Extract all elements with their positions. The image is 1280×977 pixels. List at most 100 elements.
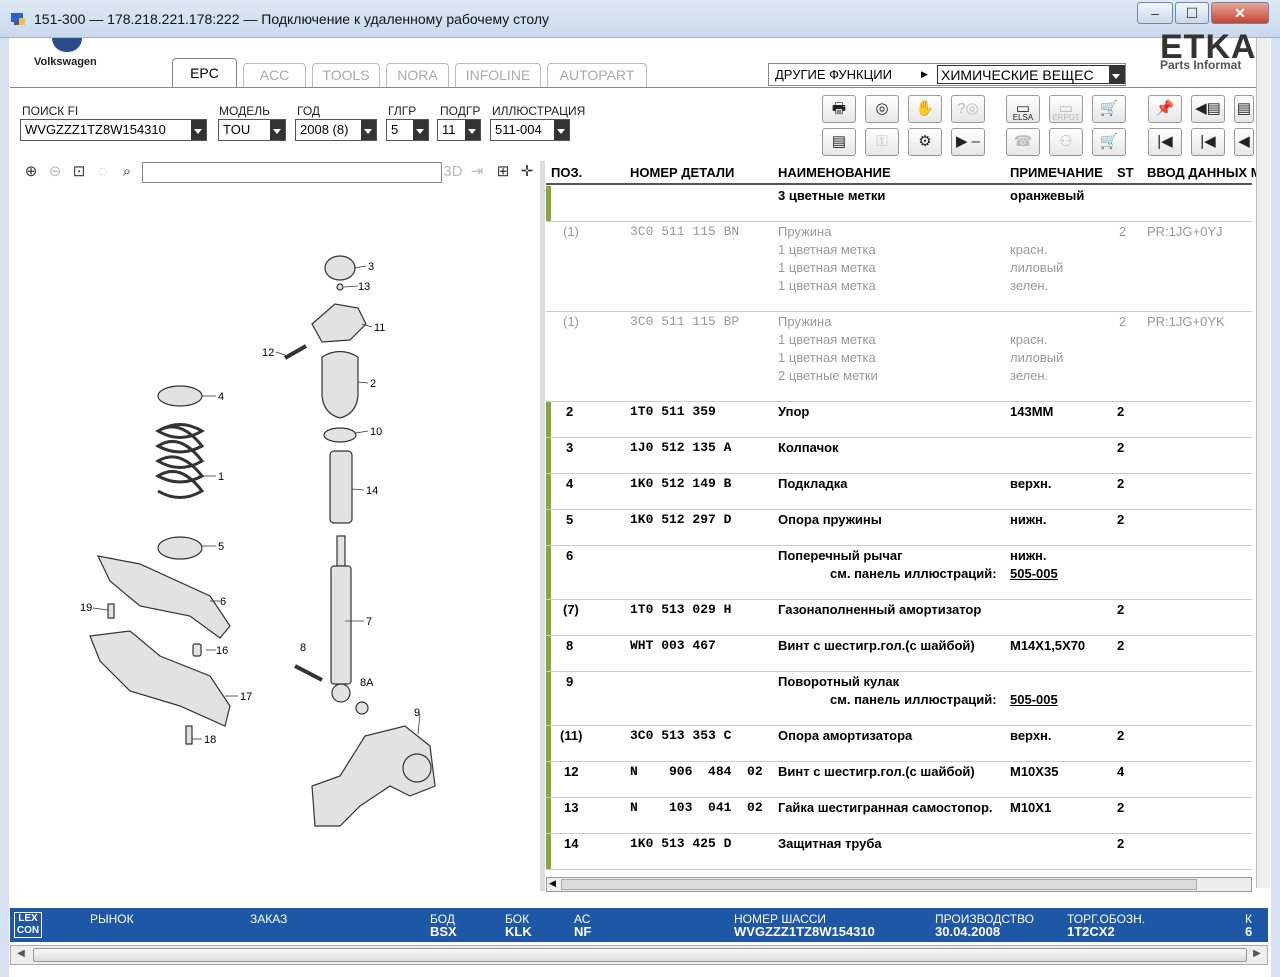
illustration-search-input[interactable] bbox=[142, 162, 442, 183]
table-row[interactable]: 12 N 906 484 02 Винт с шестигр.гол.(с ша… bbox=[546, 762, 1252, 798]
tab-epc[interactable]: EPC bbox=[172, 58, 237, 88]
scroll-left-icon[interactable]: ◀ bbox=[549, 878, 556, 889]
back-icon[interactable]: ◀ bbox=[1234, 128, 1254, 156]
pane-splitter[interactable] bbox=[540, 161, 545, 891]
disk-icon[interactable]: ◎ bbox=[865, 95, 899, 123]
tab-tools[interactable]: TOOLS bbox=[312, 63, 380, 87]
play-minus-icon[interactable]: ▶ – bbox=[951, 128, 985, 156]
split-icon[interactable]: ✛ bbox=[516, 161, 538, 183]
label-7[interactable]: 7 bbox=[366, 616, 372, 628]
minimize-button[interactable]: – bbox=[1137, 2, 1173, 24]
tab-nora[interactable]: NORA bbox=[386, 63, 449, 87]
3d-icon[interactable]: 3D bbox=[442, 161, 464, 183]
cart-transfer-icon[interactable]: 🛒 bbox=[1092, 95, 1126, 123]
dropdown-arrow-icon[interactable] bbox=[465, 120, 480, 140]
zoom-in-icon[interactable]: ⊕ bbox=[20, 161, 42, 183]
table-row[interactable]: 13 N 103 041 02 Гайка шестигранная самос… bbox=[546, 798, 1252, 834]
zoom-100-icon[interactable]: ◌ bbox=[92, 161, 114, 183]
label-13[interactable]: 13 bbox=[358, 281, 370, 293]
first-page-icon[interactable]: |◀ bbox=[1148, 128, 1182, 156]
tab-acc[interactable]: ACC bbox=[243, 63, 306, 87]
label-17[interactable]: 17 bbox=[240, 691, 252, 703]
table-row[interactable]: 9 Поворотный кулак см. панель иллюстраци… bbox=[546, 672, 1252, 726]
scrollbar-thumb[interactable] bbox=[33, 948, 1247, 962]
label-3[interactable]: 3 bbox=[368, 261, 374, 273]
label-1[interactable]: 1 bbox=[218, 471, 224, 483]
illustration-select[interactable]: 511-004 bbox=[490, 119, 570, 141]
header-note[interactable]: ПРИМЕЧАНИЕ bbox=[1010, 165, 1103, 180]
scroll-right-icon[interactable]: ▶ bbox=[1249, 948, 1265, 962]
scroll-left-icon[interactable]: ◀ bbox=[13, 948, 29, 962]
label-10[interactable]: 10 bbox=[370, 426, 382, 438]
help-icon[interactable]: ?◎ bbox=[951, 95, 985, 123]
label-19[interactable]: 19 bbox=[80, 602, 92, 614]
tab-infoline[interactable]: INFOLINE bbox=[455, 63, 541, 87]
key-icon[interactable]: ⚿ bbox=[865, 128, 899, 156]
table-horizontal-scrollbar[interactable]: ◀ bbox=[546, 877, 1252, 892]
search-icon[interactable]: ⌕ bbox=[116, 161, 138, 183]
tab-autopart[interactable]: AUTOPART bbox=[547, 63, 647, 87]
label-6[interactable]: 6 bbox=[220, 596, 226, 608]
illustration-link[interactable]: 505-005 bbox=[1010, 566, 1058, 581]
dropdown-arrow-icon[interactable] bbox=[554, 120, 569, 140]
other-functions[interactable]: ДРУГИЕ ФУНКЦИИ ▶ ХИМИЧЕСКИЕ ВЕЩЕС bbox=[768, 63, 1126, 86]
window-horizontal-scrollbar[interactable]: ◀ ▶ bbox=[10, 945, 1268, 965]
table-row[interactable]: (1) 3C0 511 115 BP Пружина 2 PR:1JG+0YK … bbox=[546, 312, 1252, 402]
table-row[interactable]: 5 1K0 512 297 D Опора пружины нижн. 2 bbox=[546, 510, 1252, 546]
previous-icon[interactable]: |◀ bbox=[1191, 128, 1225, 156]
page-icon[interactable]: ▤ bbox=[1234, 95, 1254, 123]
table-row[interactable]: (1) 3C0 511 115 BN Пружина 2 PR:1JG+0YJ … bbox=[546, 222, 1252, 312]
header-name[interactable]: НАИМЕНОВАНИЕ bbox=[778, 165, 891, 180]
header-part-number[interactable]: НОМЕР ДЕТАЛИ bbox=[630, 165, 734, 180]
handshake-icon[interactable]: ✋ bbox=[908, 95, 942, 123]
window-vertical-scrollbar[interactable] bbox=[1256, 38, 1270, 888]
erpot-icon[interactable]: ▭ ERPOT bbox=[1049, 95, 1083, 123]
close-button[interactable]: ✕ bbox=[1211, 2, 1269, 24]
table-row[interactable]: 4 1K0 512 149 B Подкладка верхн. 2 bbox=[546, 474, 1252, 510]
phone-icon[interactable]: ☎ bbox=[1006, 128, 1040, 156]
table-row[interactable]: 2 1T0 511 359 Упор 143ММ 2 bbox=[546, 402, 1252, 438]
zoom-out-icon[interactable]: ⊖ bbox=[44, 161, 66, 183]
insert-icon[interactable]: ⇥ bbox=[466, 161, 488, 183]
table-row[interactable]: 8 WHT 003 467 Винт с шестигр.гол.(с шайб… bbox=[546, 636, 1252, 672]
dropdown-arrow-icon[interactable] bbox=[191, 120, 206, 140]
label-9[interactable]: 9 bbox=[414, 707, 420, 719]
list-icon[interactable]: ▤ bbox=[822, 128, 856, 156]
hg-select[interactable]: 5 bbox=[386, 119, 429, 141]
label-12[interactable]: 12 bbox=[262, 347, 274, 359]
layout-icon[interactable]: ⊞ bbox=[492, 161, 514, 183]
table-row[interactable]: (7) 1T0 513 029 H Газонаполненный аморти… bbox=[546, 600, 1252, 636]
label-18[interactable]: 18 bbox=[204, 734, 216, 746]
maximize-button[interactable]: ☐ bbox=[1175, 2, 1209, 24]
elsa-icon[interactable]: ▭ ELSA bbox=[1006, 95, 1040, 123]
label-8[interactable]: 8 bbox=[300, 642, 306, 654]
table-row[interactable]: 6 Поперечный рычаг нижн. см. панель иллю… bbox=[546, 546, 1252, 600]
illustration-link[interactable]: 505-005 bbox=[1010, 692, 1058, 707]
service-icon[interactable]: ⚙ bbox=[908, 128, 942, 156]
back-page-icon[interactable]: ◀▤ bbox=[1191, 95, 1225, 123]
other-functions-select[interactable]: ХИМИЧЕСКИЕ ВЕЩЕС bbox=[937, 65, 1125, 84]
header-st[interactable]: ST bbox=[1117, 165, 1134, 180]
dropdown-arrow-icon[interactable] bbox=[1109, 66, 1124, 83]
year-select[interactable]: 2008 (8) bbox=[295, 119, 377, 141]
dropdown-arrow-icon[interactable] bbox=[413, 120, 428, 140]
table-row[interactable]: 3 цветные метки оранжевый bbox=[546, 186, 1252, 222]
people-icon[interactable]: ⚇ bbox=[1049, 128, 1083, 156]
pin-icon[interactable]: 📌 bbox=[1148, 95, 1182, 123]
label-2[interactable]: 2 bbox=[370, 378, 376, 390]
table-row[interactable]: (11) 3C0 513 353 C Опора амортизатора ве… bbox=[546, 726, 1252, 762]
label-5[interactable]: 5 bbox=[218, 541, 224, 553]
fi-select[interactable]: WVGZZZ1TZ8W154310 bbox=[20, 119, 207, 141]
ug-select[interactable]: 11 bbox=[437, 119, 481, 141]
label-14[interactable]: 14 bbox=[366, 485, 378, 497]
cart-icon[interactable]: 🛒 bbox=[1092, 128, 1126, 156]
zoom-area-icon[interactable]: ⊡ bbox=[68, 161, 90, 183]
scrollbar-thumb[interactable] bbox=[561, 879, 1197, 890]
label-8a[interactable]: 8A bbox=[360, 677, 374, 689]
dropdown-arrow-icon[interactable] bbox=[361, 120, 376, 140]
label-11[interactable]: 11 bbox=[374, 322, 385, 334]
label-16[interactable]: 16 bbox=[216, 645, 228, 657]
dropdown-arrow-icon[interactable] bbox=[270, 120, 285, 140]
model-select[interactable]: TOU bbox=[218, 119, 286, 141]
header-input[interactable]: ВВОД ДАННЫХ М bbox=[1147, 165, 1262, 180]
